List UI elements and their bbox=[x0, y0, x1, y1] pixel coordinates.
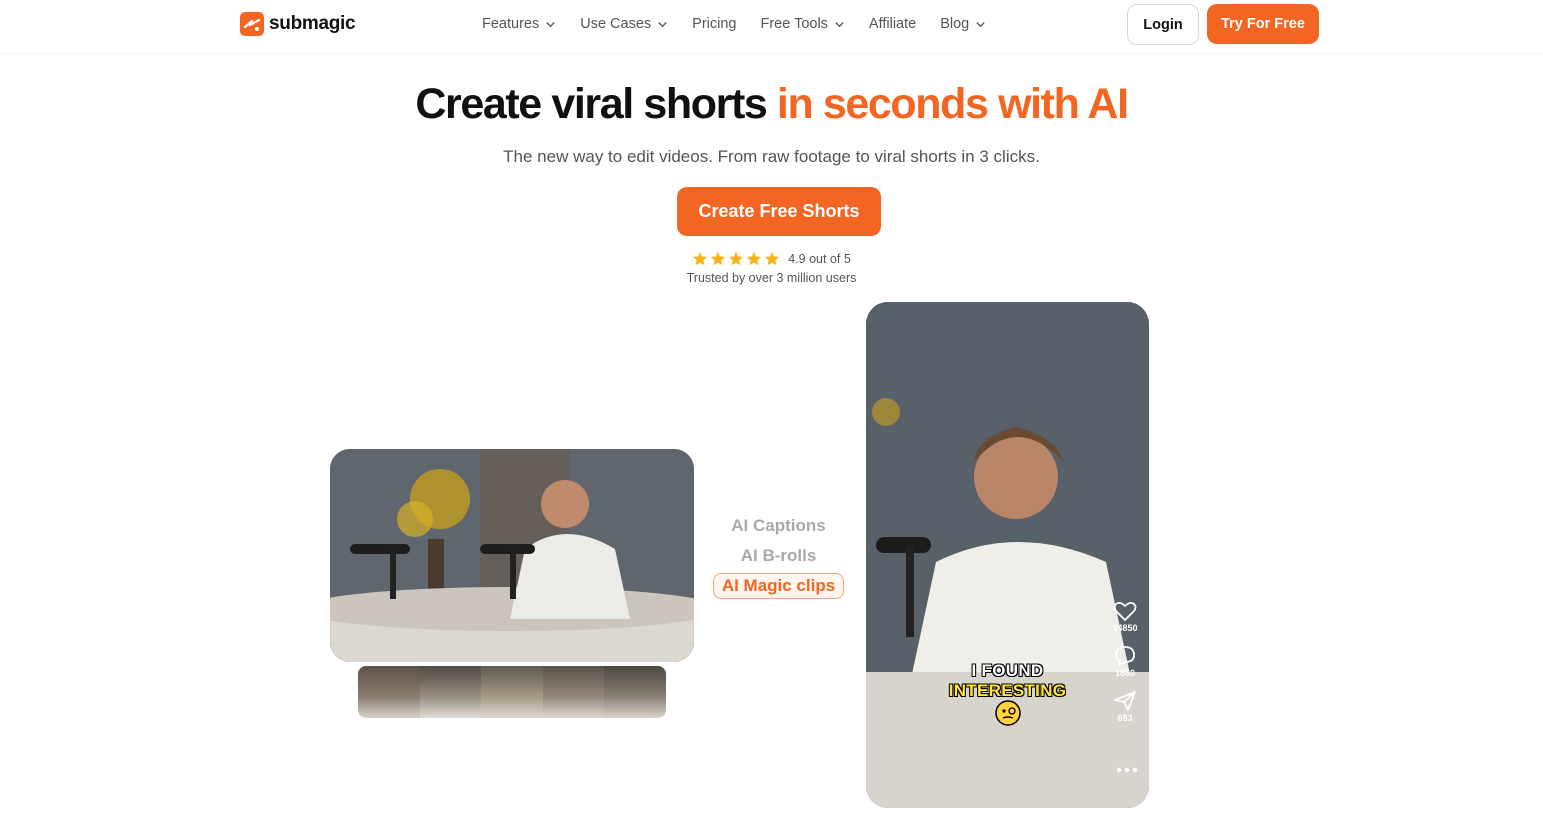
hero-title: Create viral shorts in seconds with AI bbox=[0, 80, 1543, 129]
trusted-text: Trusted by over 3 million users bbox=[686, 271, 857, 285]
star-icon bbox=[747, 251, 762, 266]
heart-icon bbox=[1113, 601, 1137, 622]
like-count: 14850 bbox=[1112, 623, 1138, 633]
share-count: 693 bbox=[1117, 713, 1133, 723]
logo-icon bbox=[240, 12, 264, 36]
feature-ai-captions: AI Captions bbox=[731, 516, 826, 535]
nav-pricing-label: Pricing bbox=[692, 16, 737, 32]
comment-count: 1860 bbox=[1114, 668, 1136, 678]
nav-features-label: Features bbox=[482, 16, 540, 32]
nav-blog[interactable]: Blog bbox=[940, 16, 986, 32]
video-caption-line-1: I FOUND bbox=[971, 661, 1044, 680]
login-button[interactable]: Login bbox=[1127, 4, 1199, 45]
star-icon bbox=[711, 251, 726, 266]
logo[interactable]: submagic bbox=[240, 12, 356, 36]
nav-features[interactable]: Features bbox=[482, 16, 556, 32]
hero-title-accent: in seconds with AI bbox=[776, 80, 1129, 128]
phone-scene bbox=[866, 302, 1149, 808]
nav-use-cases[interactable]: Use Cases bbox=[580, 16, 668, 32]
rating-stars bbox=[692, 251, 780, 266]
nav-free-tools[interactable]: Free Tools bbox=[760, 16, 844, 32]
film-frame bbox=[604, 666, 666, 718]
film-frame bbox=[481, 666, 543, 718]
feature-ai-magic-clips: AI Magic clips bbox=[713, 573, 844, 599]
share-action[interactable]: 693 bbox=[1109, 690, 1141, 723]
chevron-down-icon bbox=[976, 21, 985, 27]
star-icon bbox=[729, 251, 744, 266]
nav-use-cases-label: Use Cases bbox=[580, 16, 652, 32]
more-options-icon[interactable] bbox=[1116, 766, 1138, 774]
video-side-actions: 14850 1860 693 bbox=[1109, 600, 1141, 735]
like-action[interactable]: 14850 bbox=[1109, 600, 1141, 633]
film-frame bbox=[542, 666, 605, 718]
video-caption-line-2: INTERESTING bbox=[948, 681, 1067, 700]
nav-affiliate-label: Affiliate bbox=[868, 16, 917, 32]
star-icon bbox=[693, 251, 708, 266]
create-free-shorts-button[interactable]: Create Free Shorts bbox=[677, 187, 881, 236]
comment-action[interactable]: 1860 bbox=[1109, 645, 1141, 678]
chevron-down-icon bbox=[546, 21, 555, 27]
comment-icon bbox=[1115, 646, 1135, 667]
video-filmstrip[interactable] bbox=[358, 666, 666, 718]
try-for-free-button[interactable]: Try For Free bbox=[1207, 4, 1319, 44]
hero-subtitle: The new way to edit videos. From raw foo… bbox=[503, 147, 1040, 166]
film-frame bbox=[419, 666, 482, 718]
nav-pricing[interactable]: Pricing bbox=[692, 16, 736, 32]
chevron-down-icon bbox=[658, 21, 667, 27]
star-icon bbox=[765, 251, 780, 266]
nav-blog-label: Blog bbox=[940, 16, 970, 32]
brand-name: submagic bbox=[269, 13, 356, 34]
chevron-down-icon bbox=[835, 21, 844, 27]
short-video-preview[interactable] bbox=[866, 302, 1149, 808]
film-frame bbox=[358, 666, 420, 718]
thinking-emoji-icon bbox=[995, 700, 1021, 726]
rating: 4.9 out of 5 bbox=[0, 251, 1543, 266]
nav-free-tools-label: Free Tools bbox=[760, 16, 828, 32]
send-icon bbox=[1114, 691, 1136, 711]
nav-affiliate[interactable]: Affiliate bbox=[869, 16, 916, 32]
feature-ai-b-rolls: AI B-rolls bbox=[740, 546, 817, 565]
rating-text: 4.9 out of 5 bbox=[788, 251, 851, 266]
top-nav: submagic Features Use Cases Pricing Free… bbox=[0, 0, 1543, 54]
nav-links: Features Use Cases Pricing Free Tools Af… bbox=[482, 16, 1010, 32]
hero-title-main: Create viral shorts bbox=[415, 80, 777, 128]
